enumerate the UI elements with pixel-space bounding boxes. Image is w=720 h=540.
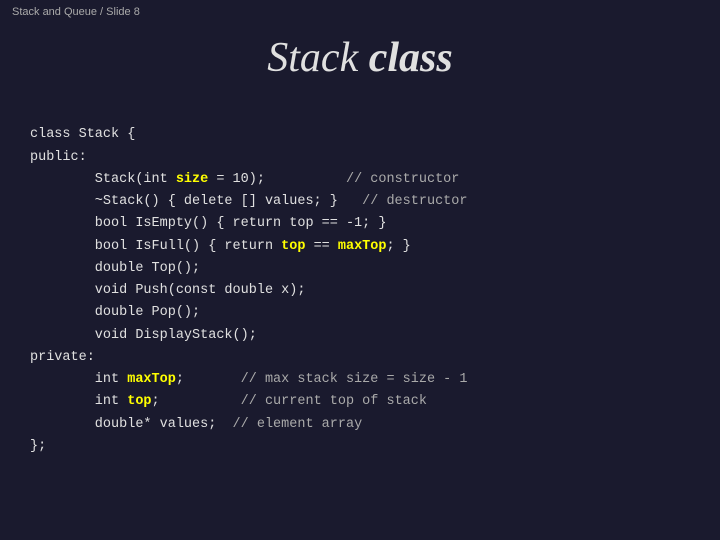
code-line-12: int maxTop; // max stack size = size - 1 xyxy=(30,372,467,387)
page-title: Stack class xyxy=(267,35,452,81)
code-block: class Stack { public: Stack(int size = 1… xyxy=(0,102,720,458)
title-part2: class xyxy=(358,35,453,81)
code-line-8: void Push(const double x); xyxy=(30,283,305,298)
code-line-7: double Top(); xyxy=(30,261,200,276)
code-line-3: Stack(int size = 10); // constructor xyxy=(30,172,459,187)
code-line-10: void DisplayStack(); xyxy=(30,328,257,343)
code-line-1: class Stack { xyxy=(30,127,135,142)
code-line-13: int top; // current top of stack xyxy=(30,394,427,409)
code-line-6: bool IsFull() { return top == maxTop; } xyxy=(30,239,411,254)
code-line-11: private: xyxy=(30,350,95,365)
page-title-container: Stack class xyxy=(0,34,720,82)
code-line-5: bool IsEmpty() { return top == -1; } xyxy=(30,216,386,231)
code-line-2: public: xyxy=(30,150,87,165)
code-line-15: }; xyxy=(30,439,46,454)
title-part1: Stack xyxy=(267,35,358,81)
code-line-4: ~Stack() { delete [] values; } // destru… xyxy=(30,194,467,209)
code-line-14: double* values; // element array xyxy=(30,417,362,432)
breadcrumb: Stack and Queue / Slide 8 xyxy=(0,0,720,24)
code-line-9: double Pop(); xyxy=(30,305,200,320)
